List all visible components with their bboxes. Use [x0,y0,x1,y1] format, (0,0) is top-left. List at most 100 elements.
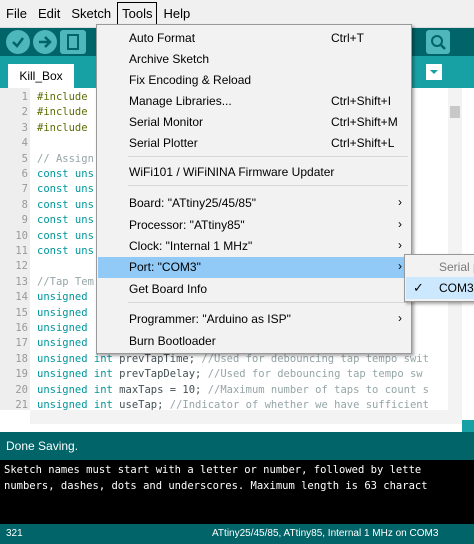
menu-item-shortcut: Ctrl+T [331,31,364,45]
menu-item-manage-libraries[interactable]: Manage Libraries... Ctrl+Shift+I [98,91,410,112]
console-line: Sketch names must start with a letter or… [4,464,422,476]
code-token: const uns [37,229,94,242]
vertical-scroll-thumb[interactable] [450,106,460,118]
menu-item-clock-internal-1-mhz[interactable]: Clock: "Internal 1 MHz" › [98,236,410,257]
menu-sketch[interactable]: Sketch [66,2,116,26]
menu-item-label: Burn Bootloader [129,334,216,348]
menu-item-label: Archive Sketch [129,52,210,66]
code-line: const uns [37,214,94,226]
menu-separator [128,302,408,303]
menu-item-programmer-arduino-as-isp[interactable]: Programmer: "Arduino as ISP" › [98,309,410,330]
menu-item-label: Get Board Info [129,282,208,296]
menu-item-label: Auto Format [129,31,196,45]
code-token: //Tap Tem [37,275,94,288]
status-bar: Done Saving. [0,432,474,460]
line-number: 11 [15,245,28,257]
menu-help[interactable]: Help [158,2,195,26]
menu-file[interactable]: File [1,2,32,26]
code-token: prevTapDelay; [112,368,208,381]
upload-button[interactable] [33,30,57,54]
line-number: 16 [15,322,28,334]
menu-item-get-board-info[interactable]: Get Board Info [98,279,410,300]
tab-kill-box[interactable]: Kill_Box [8,64,74,88]
menu-edit[interactable]: Edit [33,2,65,26]
menu-item-shortcut: Ctrl+Shift+I [331,94,392,108]
menu-item-fix-encoding-reload[interactable]: Fix Encoding & Reload [98,70,410,91]
code-token: unsigned int [37,352,113,365]
code-token: unsigned int [37,368,113,381]
code-line: unsigned [37,307,88,319]
menu-item-archive-sketch[interactable]: Archive Sketch [98,49,410,70]
console-output: Sketch names must start with a letter or… [0,460,474,524]
code-line: #include [37,122,88,134]
line-number: 1 [21,91,28,103]
line-number: 9 [21,214,28,227]
menu-tools[interactable]: Tools [117,1,158,26]
port-com3-item[interactable]: ✓ COM3 [406,277,474,299]
code-token: const uns [37,245,94,257]
code-line: unsigned [37,291,88,303]
chevron-right-icon: › [398,217,402,231]
line-number: 7 [21,183,28,196]
code-line: unsigned int prevTapDelay; //Used for de… [37,368,423,380]
line-number-gutter: 1 2 3 4 5 6 7 8 9 10 11 12 13 14 15 16 17 18 19 20 21 [0,88,30,411]
line-number: 2 [21,106,28,119]
chevron-right-icon: › [398,238,402,252]
menu-separator [128,185,408,186]
menu-item-port-com3[interactable]: Port: "COM3" › [98,257,410,278]
menu-item-serial-plotter[interactable]: Serial Plotter Ctrl+Shift+L [98,133,410,154]
menu-item-burn-bootloader[interactable]: Burn Bootloader [98,331,410,352]
code-token: unsigned [37,291,88,304]
menu-item-label: Fix Encoding & Reload [129,73,252,87]
code-line: const uns [37,245,94,257]
menu-separator [128,156,408,157]
code-token: // Assign [37,152,94,165]
menu-item-label: Processor: "ATtiny85" [129,218,245,232]
tab-menu-button[interactable] [426,64,442,80]
menu-item-label: Serial Plotter [129,136,198,150]
menu-item-shortcut: Ctrl+Shift+M [331,115,398,129]
new-button[interactable] [60,30,86,54]
code-line: // Assign [37,153,94,165]
line-number: 3 [21,121,28,134]
serial-monitor-button[interactable] [426,30,450,54]
current-line-number: 321 [6,528,23,539]
line-number: 21 [15,399,28,411]
menu-item-wifi101-wifinina-firmware-updater[interactable]: WiFi101 / WiFiNINA Firmware Updater [98,162,410,183]
line-number: 8 [21,198,28,211]
menu-item-label: Board: "ATtiny25/45/85" [129,196,257,210]
chevron-right-icon: › [398,311,402,325]
code-token: //Maximum number of taps to count s [207,383,429,396]
check-icon [12,37,24,48]
menu-item-label: Manage Libraries... [129,94,232,108]
menu-item-processor-attiny85[interactable]: Processor: "ATtiny85" › [98,215,410,236]
line-number: 10 [15,229,28,242]
menu-item-serial-monitor[interactable]: Serial Monitor Ctrl+Shift+M [98,112,410,133]
code-line: //Tap Tem [37,276,94,288]
code-line: const uns [37,199,94,211]
line-number: 15 [15,306,28,319]
horizontal-scrollbar[interactable] [30,410,462,424]
menu-item-label: Serial Monitor [129,115,204,129]
verify-button[interactable] [6,30,30,54]
code-line: unsigned [37,337,88,349]
line-number: 6 [21,168,28,180]
line-number: 19 [15,368,28,381]
line-number: 20 [15,383,28,396]
code-line: unsigned int maxTaps = 10; //Maximum num… [37,384,429,396]
code-token: unsigned [37,322,88,334]
menu-item-label: Clock: "Internal 1 MHz" [129,239,253,253]
code-line: const uns [37,183,94,195]
footer-bar: 321 ATtiny25/45/85, ATtiny85, Internal 1… [0,524,474,544]
magnifier-icon [431,35,446,50]
menu-item-auto-format[interactable]: Auto Format Ctrl+T [98,28,410,49]
code-token: maxTaps = 10; [112,383,208,396]
submenu-header: Serial p [439,260,474,274]
menu-item-label: Programmer: "Arduino as ISP" [129,312,291,326]
console-line: numbers, dashes, dots and underscores. M… [4,480,428,492]
menu-item-board-attiny25-45-85[interactable]: Board: "ATtiny25/45/85" › [98,193,410,214]
vertical-scrollbar[interactable] [448,88,462,410]
page-icon [67,34,79,50]
port-label: COM3 [439,281,474,295]
chevron-down-icon [430,70,438,74]
